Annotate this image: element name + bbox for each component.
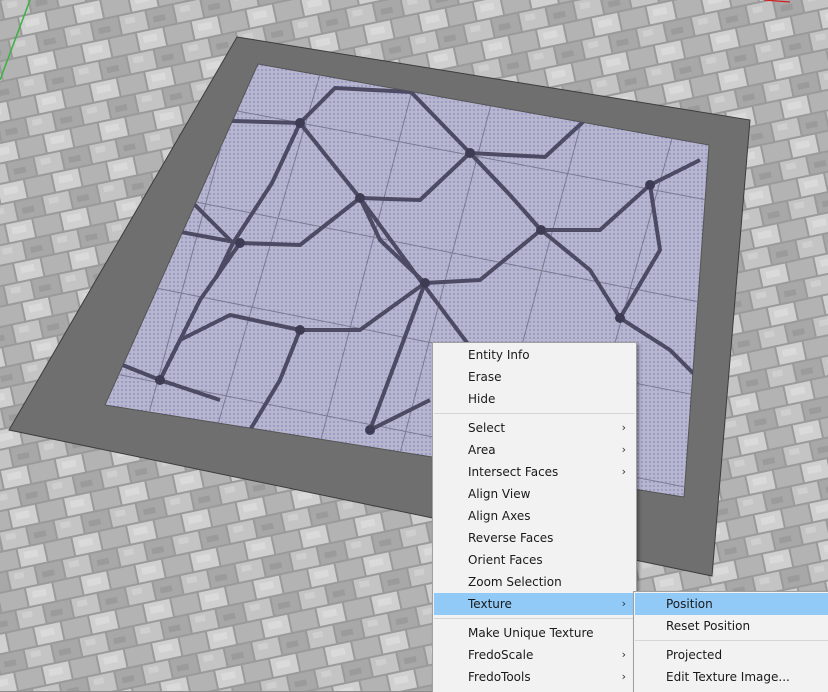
submenu-item-reset-position[interactable]: Reset Position [635, 615, 828, 637]
texture-submenu: Position Reset Position Projected Edit T… [633, 591, 828, 692]
menu-item-erase[interactable]: Erase [434, 366, 635, 388]
menu-item-label: Entity Info [468, 348, 530, 362]
menu-item-label: Projected [666, 648, 723, 662]
menu-item-entity-info[interactable]: Entity Info [434, 344, 635, 366]
chevron-right-icon: › [621, 670, 626, 683]
menu-separator [434, 413, 635, 414]
menu-item-label: FredoScale [468, 648, 534, 662]
menu-item-label: Position [666, 597, 713, 611]
menu-item-label: Erase [468, 370, 502, 384]
menu-item-label: Reset Position [666, 619, 751, 633]
menu-item-label: FredoTools [468, 670, 531, 684]
menu-item-label: Align Axes [468, 509, 531, 523]
menu-item-reverse-faces[interactable]: Reverse Faces [434, 527, 635, 549]
context-menu: Entity Info Erase Hide Select › Area › Int… [432, 342, 637, 692]
menu-item-label: Make Unique Texture [468, 626, 594, 640]
viewport-3d[interactable] [0, 0, 828, 691]
menu-item-label: Select [468, 421, 506, 435]
menu-item-zoom-selection[interactable]: Zoom Selection [434, 571, 635, 593]
menu-item-align-axes[interactable]: Align Axes [434, 505, 635, 527]
menu-item-label: Edit Texture Image... [666, 670, 790, 684]
menu-item-fredotools[interactable]: FredoTools › [434, 666, 635, 688]
menu-item-make-unique-texture[interactable]: Make Unique Texture [434, 622, 635, 644]
menu-item-fredoscale[interactable]: FredoScale › [434, 644, 635, 666]
menu-item-label: Hide [468, 392, 496, 406]
chevron-right-icon: › [621, 465, 626, 478]
menu-item-hide[interactable]: Hide [434, 388, 635, 410]
menu-item-area[interactable]: Area › [434, 439, 635, 461]
menu-item-label: Area [468, 443, 496, 457]
menu-separator [434, 618, 635, 619]
menu-item-align-view[interactable]: Align View [434, 483, 635, 505]
submenu-item-edit-texture-image[interactable]: Edit Texture Image... [635, 666, 828, 688]
submenu-item-position[interactable]: Position [635, 593, 828, 615]
menu-item-label: Texture [468, 597, 512, 611]
chevron-right-icon: › [621, 648, 626, 661]
menu-separator [635, 640, 828, 641]
menu-item-label: Intersect Faces [468, 465, 559, 479]
chevron-right-icon: › [621, 597, 626, 610]
menu-item-texture[interactable]: Texture › [434, 593, 635, 615]
menu-item-label: Reverse Faces [468, 531, 554, 545]
menu-item-label: Zoom Selection [468, 575, 562, 589]
menu-item-intersect-faces[interactable]: Intersect Faces › [434, 461, 635, 483]
menu-item-label: Align View [468, 487, 531, 501]
menu-item-orient-faces[interactable]: Orient Faces [434, 549, 635, 571]
submenu-item-projected[interactable]: Projected [635, 644, 828, 666]
chevron-right-icon: › [621, 421, 626, 434]
menu-item-label: Orient Faces [468, 553, 543, 567]
chevron-right-icon: › [621, 443, 626, 456]
menu-item-select[interactable]: Select › [434, 417, 635, 439]
